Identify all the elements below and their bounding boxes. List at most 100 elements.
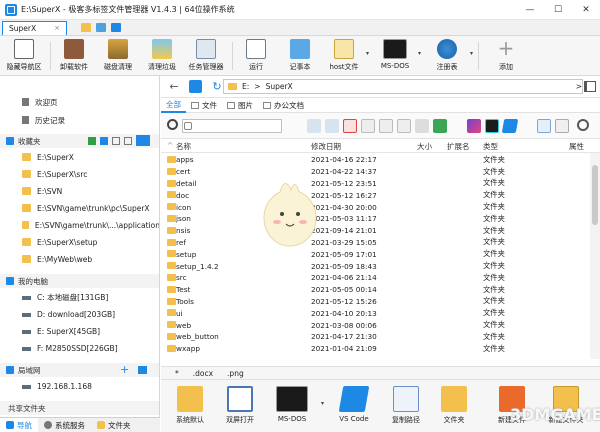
favorite-item[interactable]: E:\SuperX\setup [0, 235, 159, 249]
refresh-icon[interactable]: ↻ [210, 80, 224, 94]
favorite-item[interactable]: E:\SVN\game\trunk\...\application [0, 218, 159, 232]
shared-folder-header[interactable]: 共享文件夹 [0, 401, 159, 415]
tab-navigation[interactable]: 导航 [0, 417, 38, 432]
sidebar-item-welcome[interactable]: 欢迎页 [0, 95, 159, 109]
drive-button[interactable] [189, 80, 202, 93]
table-row[interactable]: ref 2021-03-29 15:05 文件夹 [161, 237, 590, 249]
tab-images[interactable]: 图片 [222, 98, 258, 113]
chevron-down-icon[interactable]: ▾ [470, 50, 473, 57]
table-row[interactable]: apps 2021-04-16 22:17 文件夹 [161, 154, 590, 166]
msdos-button[interactable]: MS-DOS [373, 39, 417, 70]
jetbrains-icon[interactable] [467, 119, 481, 133]
sort-icon[interactable] [325, 119, 339, 133]
table-row[interactable]: detail 2021-05-12 23:51 文件夹 [161, 178, 590, 190]
text-icon[interactable] [307, 119, 321, 133]
drive-item[interactable]: E: SuperX[45GB] [0, 324, 159, 338]
clean-junk-button[interactable]: 清理垃圾 [140, 39, 184, 72]
tab-close-icon[interactable]: × [54, 24, 60, 32]
favorite-item[interactable]: E:\SuperX\src [0, 167, 159, 181]
tab-documents[interactable]: 办公文档 [258, 98, 309, 113]
tab-folders[interactable]: 文件夹 [91, 418, 137, 432]
chevron-down-icon[interactable]: ▾ [321, 400, 324, 407]
list-view-icon[interactable] [124, 137, 132, 145]
scrollbar-thumb[interactable] [592, 165, 598, 225]
folder-tool-button[interactable]: 文件夹 [429, 386, 479, 425]
column-type[interactable]: 类型 [483, 141, 498, 152]
uninstall-button[interactable]: 卸载软件 [52, 39, 96, 72]
favorite-item[interactable]: E:\SuperX [0, 150, 159, 164]
system-default-button[interactable]: 系统默认 [165, 386, 215, 425]
table-row[interactable]: src 2021-04-06 21:14 文件夹 [161, 272, 590, 284]
column-extension[interactable]: 扩展名 [447, 141, 470, 152]
table-row[interactable]: web 2021-03-08 00:06 文件夹 [161, 319, 590, 331]
table-row[interactable]: nsis 2021-09-14 21:01 文件夹 [161, 225, 590, 237]
path-field[interactable]: E: > SuperX > [223, 79, 583, 94]
disk-cleanup-button[interactable]: 磁盘清理 [96, 39, 140, 72]
search-icon[interactable] [167, 119, 178, 130]
vscode-button[interactable]: VS Code [329, 386, 379, 423]
search-input[interactable] [182, 119, 282, 133]
lan-item[interactable]: 192.168.1.168 [0, 379, 159, 393]
table-row[interactable]: icon 2021-04-30 20:00 文件夹 [161, 201, 590, 213]
msdos-tool-button[interactable]: MS-DOS [267, 386, 317, 423]
sync-favorites-icon[interactable] [100, 137, 108, 145]
close-button[interactable]: ✕ [572, 0, 600, 20]
new-tab-folder-icon[interactable] [81, 23, 91, 32]
grid-icon[interactable] [361, 119, 375, 133]
drive-item[interactable]: C: 本地磁盘[131GB] [0, 290, 159, 304]
table-row[interactable]: json 2021-05-03 11:17 文件夹 [161, 213, 590, 225]
vertical-scrollbar[interactable] [590, 153, 600, 359]
calendar-icon[interactable] [343, 119, 357, 133]
thumbnail-view-icon[interactable] [555, 119, 569, 133]
tab-files[interactable]: 文件 [186, 98, 222, 113]
share-icon[interactable] [138, 366, 147, 374]
column-name[interactable]: 名称 [176, 141, 191, 152]
ext-png[interactable]: .png [227, 369, 244, 378]
favorites-header[interactable]: 收藏夹 [0, 134, 159, 148]
favorite-item[interactable]: E:\MyWeb\web [0, 252, 159, 266]
table-row[interactable]: Test 2021-05-05 00:14 文件夹 [161, 284, 590, 296]
maximize-button[interactable]: ☐ [544, 0, 572, 20]
ext-docx[interactable]: .docx [193, 369, 213, 378]
ext-all[interactable]: * [175, 369, 179, 378]
drive-item[interactable]: F: M2850SSD[226GB] [0, 341, 159, 355]
tile-view-icon[interactable] [136, 135, 150, 146]
copy-icon[interactable] [415, 119, 429, 133]
registry-button[interactable]: 注册表 [425, 39, 469, 72]
task-manager-button[interactable]: 任务管理器 [184, 39, 228, 72]
sync-icon[interactable] [111, 23, 121, 32]
breadcrumb-drive[interactable]: E: [242, 82, 249, 91]
tab-system-services[interactable]: 系统服务 [38, 418, 91, 432]
minimize-button[interactable]: — [516, 0, 544, 20]
computer-header[interactable]: 我的电脑 [0, 274, 159, 288]
details-view-icon[interactable] [112, 137, 120, 145]
column-attributes[interactable]: 属性 [569, 141, 584, 152]
add-button[interactable]: + 添加 [484, 38, 528, 72]
drive-item[interactable]: D: download[203GB] [0, 307, 159, 321]
table-row[interactable]: wxapp 2021-01-04 21:09 文件夹 [161, 343, 590, 355]
rows-icon[interactable] [397, 119, 411, 133]
vscode-icon[interactable] [501, 119, 519, 133]
favorite-item[interactable]: E:\SVN\game\trunk\pc\SuperX [0, 201, 159, 215]
add-favorite-icon[interactable] [88, 137, 96, 145]
table-row[interactable]: web_button 2021-04-17 21:30 文件夹 [161, 331, 590, 343]
gear-icon[interactable] [577, 119, 589, 131]
add-lan-icon[interactable]: + [120, 364, 129, 375]
run-button[interactable]: 运行 [234, 39, 278, 72]
chevron-down-icon[interactable]: ▾ [418, 50, 421, 57]
panel-toggle-icon[interactable] [584, 81, 596, 92]
filter-icon[interactable] [184, 122, 192, 130]
chevron-down-icon[interactable]: ▾ [366, 50, 369, 57]
sidebar-item-history[interactable]: 历史记录 [0, 113, 159, 127]
favorite-item[interactable]: E:\SVN [0, 184, 159, 198]
hide-nav-button[interactable]: 隐藏导航区 [2, 39, 46, 72]
copy-path-button[interactable]: 复制路径 [381, 386, 431, 425]
host-file-button[interactable]: host文件 [322, 39, 366, 72]
table-row[interactable]: setup_1.4.2 2021-05-09 18:43 文件夹 [161, 260, 590, 272]
share-icon[interactable] [433, 119, 447, 133]
lan-header[interactable]: 局域网 + [0, 363, 159, 377]
forward-arrow-icon[interactable] [96, 23, 106, 32]
tab-superx[interactable]: SuperX × [2, 20, 67, 35]
breadcrumb-folder[interactable]: SuperX [266, 82, 293, 91]
column-size[interactable]: 大小 [417, 141, 432, 152]
